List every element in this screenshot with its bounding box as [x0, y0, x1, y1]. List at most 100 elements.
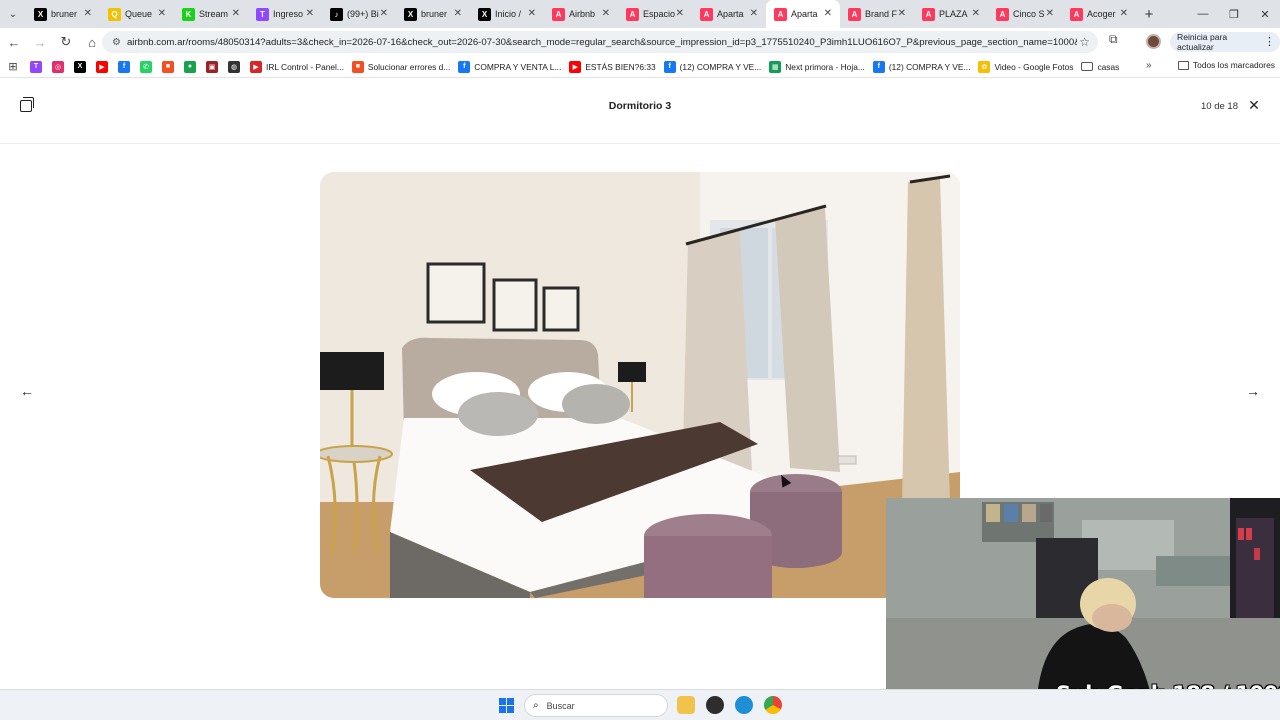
tab-close-icon[interactable]: ✕ [1046, 8, 1054, 19]
site-info-icon[interactable]: ⚙ [112, 37, 121, 48]
airbnb-icon: A [922, 7, 935, 21]
more-bookmarks-icon[interactable]: » [1146, 60, 1152, 71]
bookmark-item[interactable]: ● [184, 60, 200, 73]
browser-tab[interactable]: A Airbnb ✕ [544, 0, 618, 28]
home-icon[interactable]: ⌂ [80, 30, 104, 54]
taskbar-search[interactable]: ⌕ Buscar [524, 694, 668, 717]
bookmark-item[interactable]: ▶ IRL Control - Panel... [250, 60, 344, 73]
minimize-icon[interactable]: — [1188, 0, 1218, 28]
browser-tab[interactable]: A PLAZA ✕ [914, 0, 988, 28]
bookmark-item[interactable]: ▦ Next primora - Hoja... [769, 60, 865, 73]
airbnb-icon: A [996, 7, 1009, 21]
bookmark-item[interactable]: ▶ [96, 60, 112, 73]
windows-taskbar: ⌕ Buscar [0, 689, 1280, 720]
browser-tab[interactable]: ♪ (99+) Bi ✕ [322, 0, 396, 28]
youtube-icon: ▶ [569, 60, 582, 73]
all-bookmarks-folder[interactable]: Todos los marcadores [1178, 60, 1275, 70]
bookmark-item[interactable]: f (12) COMPRA Y VE... [872, 60, 970, 73]
x-icon: X [34, 7, 47, 21]
relaunch-button[interactable]: Reinicia para actualizar ⋮ [1170, 32, 1280, 52]
browser-toolbar: ← → ↻ ⌂ ⚙ airbnb.com.ar/rooms/48050314?a… [0, 28, 1280, 56]
address-bar[interactable]: ⚙ airbnb.com.ar/rooms/48050314?adults=3&… [102, 31, 1098, 53]
tab-label: PLAZA [939, 9, 968, 19]
browser-tab[interactable]: A Aparta ✕ [692, 0, 766, 28]
apps-grid-icon[interactable]: ⊞ [0, 60, 26, 73]
bookmark-label: ESTÁS BIEN?6:33 [585, 61, 656, 72]
bookmark-item[interactable]: f COMPRA Y VENTA L... [458, 60, 561, 73]
bookmark-star-icon[interactable]: ☆ [1079, 35, 1090, 49]
tab-close-icon[interactable]: ✕ [380, 8, 388, 19]
reload-icon[interactable]: ↻ [54, 30, 78, 54]
close-icon[interactable]: ✕ [1246, 97, 1262, 113]
windows-start-icon[interactable] [499, 698, 514, 713]
browser-tab[interactable]: T Ingreso ✕ [248, 0, 322, 28]
folder-icon [1178, 60, 1189, 70]
airbnb-icon: A [1070, 7, 1083, 21]
restore-icon[interactable]: ❐ [1219, 0, 1249, 28]
file-explorer-icon[interactable] [677, 696, 695, 714]
extensions-icon[interactable]: ⧉ [1109, 32, 1118, 47]
tab-list: Xbruner ✕ Q Queue ✕ K Stream ✕ T Ingreso ✕ ♪ (99+) B… [26, 0, 1136, 28]
back-icon[interactable]: ← [2, 30, 26, 54]
gallery-grid-icon[interactable] [20, 97, 34, 112]
previous-photo-arrow-icon[interactable]: ← [16, 380, 38, 402]
browser-tab[interactable]: K Stream ✕ [174, 0, 248, 28]
bookmark-item[interactable]: ◎ [52, 60, 68, 73]
x-icon: X [74, 60, 86, 73]
browser-tab[interactable]: Xbruner ✕ [396, 0, 470, 28]
bookmarks-bar: ⊞ T ◎ X ▶ f ✆ ■ ● ▣ ◍ ▶ IRL Control - Panel... ■ Solu… [0, 56, 1280, 78]
bookmark-item[interactable]: casas [1081, 62, 1119, 72]
bookmark-item[interactable]: ■ [162, 60, 178, 73]
url-text[interactable]: airbnb.com.ar/rooms/48050314?adults=3&ch… [127, 37, 1077, 48]
microsoft-icon: ■ [162, 60, 174, 73]
browser-tab[interactable]: A Brand F ✕ [840, 0, 914, 28]
tab-close-icon[interactable]: ✕ [972, 8, 980, 19]
browser-tab[interactable]: A Cinco S ✕ [988, 0, 1062, 28]
bookmark-item[interactable]: ▣ [206, 60, 222, 73]
tab-close-icon[interactable]: ✕ [898, 8, 906, 19]
bookmark-item[interactable]: T [30, 60, 46, 73]
bookmark-item[interactable]: ✆ [140, 60, 156, 73]
forward-icon[interactable]: → [28, 30, 52, 54]
tab-label: Brand F [865, 9, 898, 19]
relaunch-label: Reinicia para actualizar [1177, 32, 1228, 52]
airbnb-icon: A [626, 7, 639, 21]
next-photo-arrow-icon[interactable]: → [1242, 380, 1264, 402]
bookmark-item[interactable]: ◍ [228, 60, 244, 73]
tab-close-icon[interactable]: ✕ [602, 8, 610, 19]
bookmark-item[interactable]: ■ Solucionar errores d... [351, 60, 450, 73]
browser-tab[interactable]: Q Queue ✕ [100, 0, 174, 28]
browser-tab[interactable]: A Espacio ✕ [618, 0, 692, 28]
tab-close-icon[interactable]: ✕ [750, 8, 758, 19]
tab-close-icon[interactable]: ✕ [1120, 8, 1128, 19]
browser-tab[interactable]: Xbruner ✕ [26, 0, 100, 28]
app-icon[interactable] [706, 696, 724, 714]
chrome-icon[interactable] [764, 696, 782, 714]
tab-close-icon[interactable]: ✕ [84, 8, 92, 19]
tab-label: bruner [51, 9, 78, 19]
bookmark-item[interactable]: ▶ ESTÁS BIEN?6:33 [569, 60, 656, 73]
tab-close-icon[interactable]: ✕ [528, 8, 536, 19]
tab-close-icon[interactable]: ✕ [454, 8, 462, 19]
tab-search-icon[interactable]: ⌄ [0, 0, 26, 28]
menu-dots-icon[interactable]: ⋮ [1264, 35, 1275, 48]
tab-close-icon[interactable]: ✕ [306, 8, 314, 19]
window-close-icon[interactable]: ✕ [1250, 0, 1280, 28]
new-tab-button[interactable]: + [1136, 6, 1162, 23]
tab-close-icon[interactable]: ✕ [676, 8, 684, 19]
browser-tab[interactable]: A Acoger ✕ [1062, 0, 1136, 28]
profile-avatar[interactable] [1146, 34, 1161, 49]
bookmark-item[interactable]: f [118, 60, 134, 73]
tab-close-icon[interactable]: ✕ [158, 8, 166, 19]
bookmark-item[interactable]: X [74, 60, 90, 73]
bookmark-item[interactable]: ✿ Video - Google Fotos [978, 60, 1073, 73]
edge-icon[interactable] [735, 696, 753, 714]
globe-icon: ◍ [228, 60, 240, 73]
bookmark-item[interactable]: f (12) COMPRA Y VE... [663, 60, 761, 73]
tab-close-icon[interactable]: ✕ [232, 8, 240, 19]
tab-close-icon[interactable]: ✕ [824, 8, 832, 19]
browser-tab[interactable]: A Aparta ✕ [766, 0, 840, 28]
browser-tab[interactable]: X Inicio / ✕ [470, 0, 544, 28]
bedroom-photo[interactable] [320, 172, 960, 598]
sheets-icon: ▦ [769, 60, 782, 73]
